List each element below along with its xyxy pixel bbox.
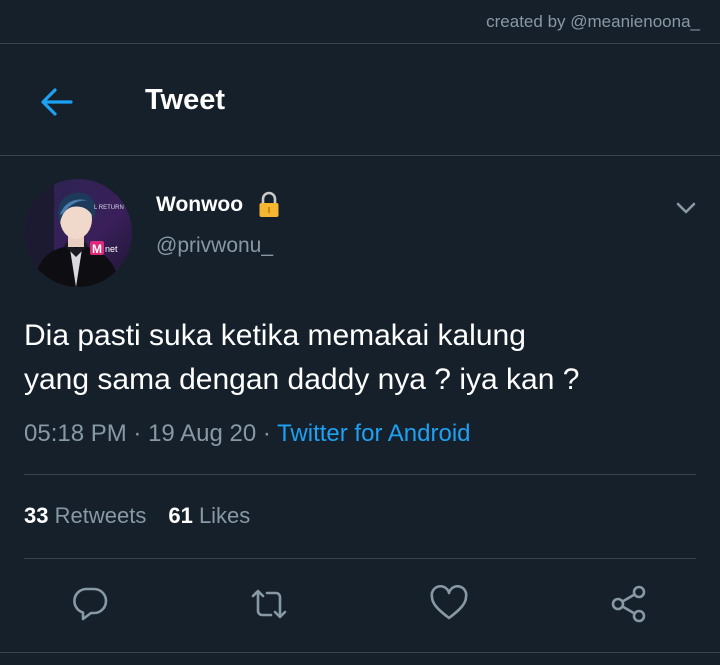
tweet-meta: 05:18 PM · 19 Aug 20 · Twitter for Andro…	[24, 420, 471, 448]
stats-divider	[24, 558, 696, 559]
avatar-caption: L RETURN	[94, 205, 124, 211]
retweet-button[interactable]	[249, 584, 289, 624]
tweet-stats: 33 Retweets 61 Likes	[24, 503, 250, 529]
tweet-time: 05:18 PM	[24, 420, 127, 447]
retweets-count: 33	[24, 503, 49, 528]
top-divider	[0, 43, 720, 44]
avatar[interactable]: L RETURN M net	[24, 179, 132, 287]
meta-separator: ·	[126, 420, 149, 447]
page-title: Tweet	[145, 84, 226, 116]
avatar-logo-text: net	[105, 244, 118, 254]
bottom-divider	[0, 652, 720, 653]
retweets-label: Retweets	[54, 503, 147, 528]
heart-icon	[430, 585, 468, 620]
reply-icon	[73, 587, 108, 621]
likes-label: Likes	[198, 503, 251, 528]
like-button[interactable]	[429, 584, 469, 624]
more-options-button[interactable]	[670, 195, 702, 221]
watermark: created by @meanienoona_	[486, 12, 700, 31]
reply-button[interactable]	[70, 584, 110, 624]
likes-count: 61	[168, 503, 193, 528]
lock-icon	[259, 191, 279, 217]
meta-divider	[24, 474, 696, 475]
share-button[interactable]	[609, 584, 649, 624]
likes-stat[interactable]: 61 Likes	[168, 503, 250, 528]
back-button[interactable]	[34, 82, 78, 122]
tweet-text: Dia pasti suka ketika memakai kalung yan…	[24, 314, 694, 402]
share-icon	[611, 585, 646, 623]
header-divider	[0, 155, 720, 156]
retweets-stat[interactable]: 33 Retweets	[24, 503, 146, 528]
tweet-text-line: yang sama dengan daddy nya ? iya kan ?	[24, 363, 580, 396]
meta-separator: ·	[256, 420, 278, 447]
user-handle: @privwonu_	[156, 234, 274, 257]
chevron-down-icon	[676, 202, 696, 214]
tweet-date: 19 Aug 20	[148, 420, 257, 447]
tweet-text-line: Dia pasti suka ketika memakai kalung	[24, 319, 526, 352]
retweet-icon	[251, 589, 287, 619]
arrow-left-icon	[41, 88, 73, 116]
avatar-logo-letter: M	[92, 242, 102, 256]
tweet-source-link[interactable]: Twitter for Android	[277, 420, 470, 447]
display-name[interactable]: Wonwoo	[156, 193, 243, 217]
